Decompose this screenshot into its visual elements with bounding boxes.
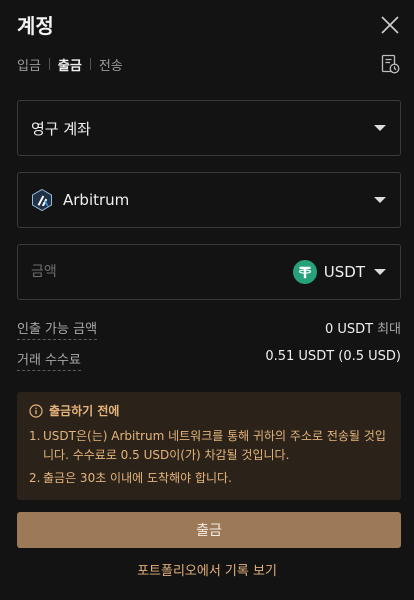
currency-label: USDT: [323, 263, 365, 281]
notice-item-text: USDT은(는) Arbitrum 네트워크를 통해 귀하의 주소로 전송될 것…: [43, 429, 386, 462]
network-select-value: Arbitrum: [63, 191, 130, 209]
notice-item-number: 1.: [29, 429, 41, 443]
chevron-down-icon: [374, 197, 386, 203]
tether-icon: [292, 260, 317, 284]
history-icon[interactable]: [380, 54, 400, 74]
fee-row: 거래 수수료 0.51 USDT (0.5 USD): [17, 349, 401, 371]
currency-select[interactable]: USDT: [292, 260, 365, 284]
withdraw-button[interactable]: 출금: [17, 512, 401, 548]
tab-divider: [89, 58, 91, 70]
chevron-down-icon[interactable]: [374, 269, 386, 275]
notice-box: 출금하기 전에 1. USDT은(는) Arbitrum 네트워크를 통해 귀하…: [17, 392, 401, 500]
notice-item: 1. USDT은(는) Arbitrum 네트워크를 통해 귀하의 주소로 전송…: [29, 427, 389, 465]
withdraw-panel: 계정 입금 출금 전송 영구 계좌 Arbitrum 금액 USDT 인출 가능…: [0, 0, 414, 600]
fee-label: 거래 수수료: [17, 349, 81, 371]
tab-divider: [48, 58, 50, 70]
fee-value: 0.51 USDT (0.5 USD): [265, 349, 401, 364]
info-icon: [29, 403, 43, 418]
tab-bar: 입금 출금 전송: [17, 55, 123, 74]
account-select-value: 영구 계좌: [31, 119, 91, 138]
notice-title: 출금하기 전에: [49, 404, 120, 418]
tab-transfer[interactable]: 전송: [99, 55, 123, 74]
max-button[interactable]: 최대: [377, 322, 401, 337]
amount-input[interactable]: [31, 264, 231, 280]
tab-withdraw[interactable]: 출금: [58, 55, 82, 74]
notice-item: 2. 출금은 30초 이내에 도착해야 합니다.: [29, 469, 389, 488]
chevron-down-icon: [374, 125, 386, 131]
available-value: 0 USDT: [324, 322, 374, 337]
available-label: 인출 가능 금액: [17, 318, 98, 340]
notice-item-number: 2.: [29, 471, 41, 485]
arbitrum-icon: [32, 188, 52, 212]
tab-deposit[interactable]: 입금: [17, 55, 41, 74]
available-row: 인출 가능 금액 0 USDT 최대: [17, 318, 401, 340]
notice-header: 출금하기 전에: [29, 402, 389, 419]
page-title: 계정: [17, 14, 54, 38]
close-icon[interactable]: [379, 14, 401, 36]
notice-item-text: 출금은 30초 이내에 도착해야 합니다.: [43, 471, 232, 485]
available-value-wrap: 0 USDT 최대: [325, 318, 401, 340]
account-select[interactable]: 영구 계좌: [17, 100, 401, 156]
amount-field: USDT: [17, 244, 401, 300]
network-select[interactable]: Arbitrum: [17, 172, 401, 228]
view-history-link[interactable]: 포트폴리오에서 기록 보기: [0, 560, 414, 579]
